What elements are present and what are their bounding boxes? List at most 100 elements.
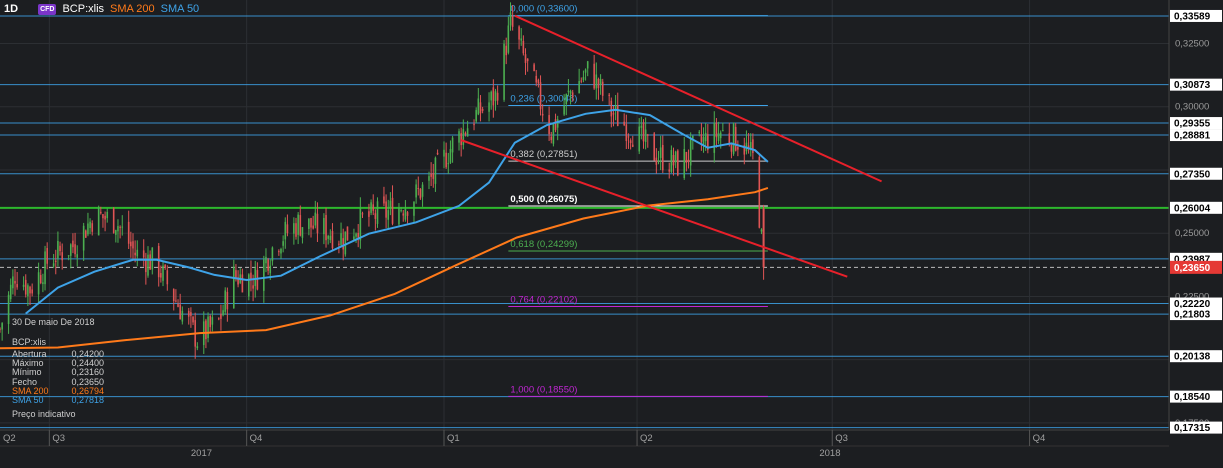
candle-body [687, 159, 690, 162]
candle-body [9, 284, 12, 300]
candle-body [31, 289, 33, 294]
candle-body [400, 210, 402, 212]
candle-body [511, 15, 514, 27]
candle-body [248, 274, 250, 297]
candle-body [432, 173, 435, 179]
candle-body [293, 223, 295, 234]
candle-body [595, 74, 598, 89]
sma50-legend[interactable]: SMA 50 [161, 3, 200, 15]
candle-body [280, 249, 282, 254]
candle-body [704, 132, 707, 142]
candle-body [646, 134, 649, 136]
candle-body [312, 225, 314, 229]
candle-body [207, 316, 209, 339]
candle-body [685, 151, 688, 163]
candle-body [642, 122, 645, 142]
candle-body [190, 312, 192, 316]
candle-body [104, 215, 106, 220]
candle-body [734, 126, 737, 151]
candle-body [297, 214, 299, 235]
candle-body [389, 200, 392, 208]
candle-body [653, 133, 656, 161]
candle-body [134, 252, 136, 256]
candle-body [263, 259, 265, 291]
cfd-badge: CFD [38, 3, 57, 15]
fib-level-label: 0,382 (0,27851) [510, 149, 577, 160]
x-tick-label: Q4 [250, 433, 263, 444]
candle-body [434, 157, 437, 184]
timeframe-label[interactable]: 1D [4, 3, 18, 15]
sma200-legend[interactable]: SMA 200 [110, 3, 155, 15]
candle-body [100, 211, 102, 214]
candle-body [413, 202, 415, 216]
candle-body [552, 123, 555, 144]
candle-body [252, 285, 254, 289]
candle-body [84, 230, 87, 238]
y-tick-label: 0,25000 [1175, 228, 1209, 239]
candle-body [44, 251, 46, 285]
candle-body [689, 138, 692, 166]
candle-body [222, 310, 224, 316]
candle-body [149, 254, 151, 270]
candle-body [674, 151, 677, 163]
x-tick-label: Q4 [1033, 433, 1046, 444]
candle-body [368, 211, 370, 217]
fib-level-label: 0,500 (0,26075) [510, 194, 577, 205]
ohlc-row-sma50: SMA 50 0,27818 [12, 395, 104, 406]
candle-body [76, 254, 79, 258]
candle-body [496, 92, 499, 101]
fib-level-label: 0,764 (0,22102) [510, 295, 577, 306]
candle-body [719, 132, 722, 139]
candle-body [477, 98, 480, 115]
candle-body [539, 82, 542, 110]
candle-body [683, 148, 686, 178]
price-chart[interactable]: 0,000 (0,33600) 0,236 (0,30048) 0,382 (0,2… [0, 0, 1223, 463]
candle-body [91, 223, 94, 232]
candle-body [488, 102, 490, 112]
candle-body [220, 314, 222, 319]
candle-body [473, 123, 475, 126]
candle-body [565, 94, 568, 104]
candle-body [166, 270, 169, 285]
chart-area[interactable]: 0,000 (0,33600) 0,236 (0,30048) 0,382 (0,2… [0, 0, 1223, 463]
y-tick-label: 0,30000 [1175, 102, 1209, 113]
candle-body [308, 218, 310, 229]
candle-body [359, 208, 362, 241]
candle-body [27, 285, 29, 297]
chart-header: 1D CFD BCP:xlis SMA 200 SMA 50 [4, 2, 199, 16]
candle-body [241, 274, 244, 293]
candle-body [730, 144, 733, 152]
candle-body [428, 176, 430, 181]
candle-body [181, 310, 184, 322]
chart-background [0, 0, 1223, 463]
fib-level-label: 0,000 (0,33600) [510, 4, 577, 15]
candle-body [172, 289, 175, 302]
candle-body [713, 123, 716, 153]
candle-body [702, 137, 705, 145]
candle-body [481, 108, 484, 111]
candle-body [571, 92, 574, 98]
candle-body [59, 245, 61, 252]
candle-body [256, 270, 259, 290]
candle-body [616, 105, 619, 127]
candle-body [1, 323, 3, 330]
level-price-label: 0,27350 [1174, 169, 1211, 180]
candle-body [269, 265, 272, 274]
candle-body [638, 126, 640, 152]
candle-body [430, 173, 432, 177]
candle-body [119, 226, 121, 228]
candle-body [284, 221, 287, 240]
symbol-label[interactable]: BCP:xlis [62, 3, 104, 15]
candle-body [346, 226, 349, 241]
candle-body [217, 318, 220, 320]
candle-body [601, 81, 604, 96]
ohlc-symbol: BCP:xlis [12, 337, 47, 347]
candle-body [728, 133, 731, 143]
x-tick-label: Q2 [3, 433, 16, 444]
candle-body [593, 63, 595, 89]
candle-body [417, 188, 420, 190]
level-price-label: 0,26004 [1174, 203, 1211, 214]
candle-body [162, 265, 164, 281]
candle-body [69, 244, 72, 256]
x-tick-label: Q3 [835, 433, 848, 444]
